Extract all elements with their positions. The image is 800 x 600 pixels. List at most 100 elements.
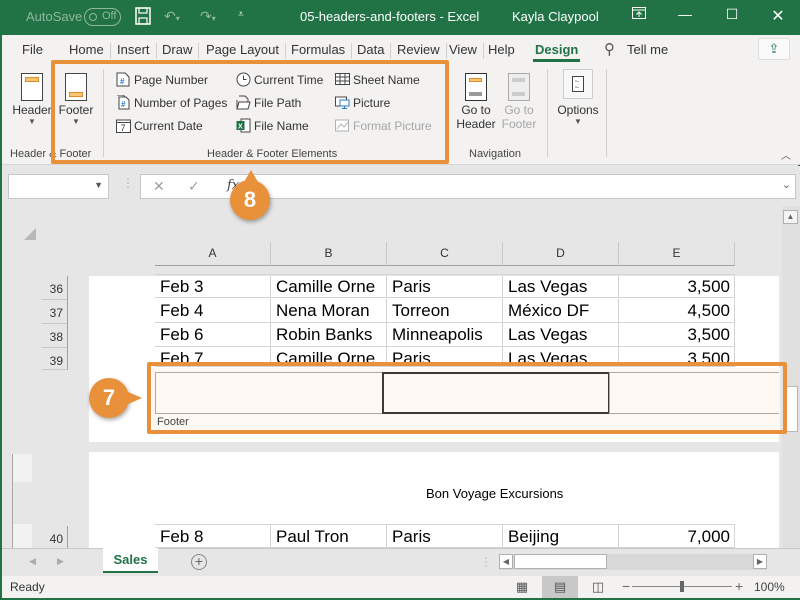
chevron-down-icon[interactable]: ▼	[94, 180, 103, 190]
maximize-icon[interactable]: ☐	[717, 6, 747, 28]
minimize-icon[interactable]: —	[670, 6, 700, 28]
column-header-b[interactable]: B	[271, 242, 387, 266]
cell[interactable]: Feb 3	[155, 274, 271, 298]
customize-qat-icon[interactable]: ⩡	[238, 9, 244, 20]
add-sheet-icon[interactable]: +	[191, 554, 207, 570]
row-header[interactable]: 38	[42, 324, 68, 348]
scroll-up-icon[interactable]: ▲	[783, 210, 798, 224]
number-of-pages-button[interactable]: # Number of Pages	[116, 94, 227, 112]
select-all-button[interactable]	[24, 228, 36, 240]
page-layout-view-icon[interactable]: ▤	[542, 576, 578, 598]
cell[interactable]: Beijing	[503, 524, 619, 548]
column-header-d[interactable]: D	[503, 242, 619, 266]
footer-button[interactable]: Footer ▼	[55, 73, 97, 126]
cell[interactable]: Paul Tron	[271, 524, 387, 548]
column-header-a[interactable]: A	[155, 242, 271, 266]
cell[interactable]: Las Vegas	[503, 347, 619, 367]
scroll-right-icon[interactable]: ▶	[753, 554, 767, 569]
go-to-footer-button[interactable]: Go to Footer	[499, 73, 539, 131]
zoom-in-icon[interactable]: +	[735, 578, 743, 594]
tab-split-grip-icon[interactable]: ⋮	[480, 555, 492, 569]
tab-page-layout[interactable]: Page Layout	[202, 42, 287, 59]
cancel-icon[interactable]: ✕	[153, 178, 165, 195]
normal-view-icon[interactable]: ▦	[504, 576, 540, 598]
current-date-button[interactable]: 7 Current Date	[116, 117, 203, 135]
tab-home[interactable]: Home	[65, 42, 111, 59]
column-header-c[interactable]: C	[387, 242, 503, 266]
options-button[interactable]: ▫- ▫- Options ▼	[555, 69, 601, 126]
cell[interactable]: Las Vegas	[503, 274, 619, 298]
cell[interactable]: Camille Orne	[271, 274, 387, 298]
go-to-header-button[interactable]: Go to Header	[456, 73, 496, 131]
tab-data[interactable]: Data	[353, 42, 392, 59]
expand-formula-bar-icon[interactable]: ⌄	[782, 178, 791, 191]
cell[interactable]: Las Vegas	[503, 323, 619, 347]
horizontal-scroll-thumb[interactable]	[514, 554, 607, 569]
tab-view[interactable]: View	[445, 42, 484, 59]
collapse-ribbon-icon[interactable]: ︿	[781, 147, 791, 162]
cell[interactable]: Feb 7	[155, 347, 271, 367]
share-button[interactable]: ⇪	[758, 38, 790, 60]
row-header[interactable]: 36	[42, 276, 68, 300]
cell[interactable]: Feb 4	[155, 299, 271, 323]
cell[interactable]: Paris	[387, 524, 503, 548]
footer-center-section[interactable]	[382, 372, 610, 414]
user-name[interactable]: Kayla Claypool	[512, 9, 599, 24]
zoom-slider-knob[interactable]	[680, 581, 684, 592]
current-time-button[interactable]: Current Time	[236, 71, 323, 89]
zoom-out-icon[interactable]: −	[622, 578, 630, 594]
cell[interactable]: Torreon	[387, 299, 503, 323]
formula-bar-grip-icon[interactable]: ⋮	[122, 176, 134, 190]
sheet-name-button[interactable]: Sheet Name	[335, 71, 420, 89]
cell[interactable]: 3,500	[619, 347, 735, 367]
picture-button[interactable]: Picture	[335, 94, 390, 112]
footer-right-section[interactable]	[609, 372, 779, 414]
cell[interactable]: 3,500	[619, 323, 735, 347]
row-header[interactable]: 37	[42, 300, 68, 324]
cell[interactable]: México DF	[503, 299, 619, 323]
row-header[interactable]: 40	[42, 526, 68, 548]
search-icon[interactable]: ⚲	[600, 40, 619, 58]
tab-help[interactable]: Help	[484, 42, 519, 57]
scroll-left-icon[interactable]: ◀	[499, 554, 513, 569]
footer-left-section[interactable]	[155, 372, 383, 414]
vertical-scrollbar[interactable]: ▲ ▼	[782, 206, 800, 569]
cell[interactable]: Robin Banks	[271, 323, 387, 347]
previous-sheet-icon[interactable]: ◀	[29, 556, 36, 567]
name-box[interactable]: ▼	[8, 174, 109, 199]
header-button[interactable]: Header ▼	[10, 73, 54, 126]
row-header[interactable]: 39	[42, 348, 68, 370]
next-sheet-icon[interactable]: ▶	[57, 556, 64, 567]
tab-design[interactable]: Design	[531, 42, 582, 62]
file-name-button[interactable]: X File Name	[236, 117, 309, 135]
ribbon-display-icon[interactable]	[624, 6, 654, 28]
cell[interactable]: Nena Moran	[271, 299, 387, 323]
save-icon[interactable]	[135, 7, 151, 28]
tab-file[interactable]: File	[18, 42, 47, 57]
undo-icon[interactable]: ↶▾	[164, 8, 180, 25]
cell[interactable]: 4,500	[619, 299, 735, 323]
cell[interactable]: 3,500	[619, 274, 735, 298]
cell[interactable]: Feb 6	[155, 323, 271, 347]
vertical-scroll-thumb[interactable]	[783, 386, 798, 432]
sheet-tab-sales[interactable]: Sales	[103, 548, 158, 573]
page-number-button[interactable]: # Page Number	[116, 71, 208, 89]
file-path-button[interactable]: File Path	[236, 94, 301, 112]
page-header-text[interactable]: Bon Voyage Excursions	[426, 486, 563, 501]
horizontal-scrollbar[interactable]: ◀ ▶	[499, 554, 767, 570]
tab-insert[interactable]: Insert	[113, 42, 157, 59]
zoom-slider[interactable]	[632, 581, 732, 592]
autosave-toggle[interactable]: Off	[84, 8, 121, 26]
page-break-preview-icon[interactable]: ◫	[580, 576, 616, 598]
cell[interactable]: Camille Orne	[271, 347, 387, 367]
tab-draw[interactable]: Draw	[158, 42, 200, 59]
cell[interactable]: Paris	[387, 347, 503, 367]
cell[interactable]: 7,000	[619, 524, 735, 548]
cell[interactable]: Paris	[387, 274, 503, 298]
column-header-e[interactable]: E	[619, 242, 735, 266]
enter-icon[interactable]: ✓	[188, 178, 200, 195]
close-icon[interactable]: ✕	[763, 6, 793, 28]
cell[interactable]: Minneapolis	[387, 323, 503, 347]
cell[interactable]: Feb 8	[155, 524, 271, 548]
tab-review[interactable]: Review	[393, 42, 447, 59]
